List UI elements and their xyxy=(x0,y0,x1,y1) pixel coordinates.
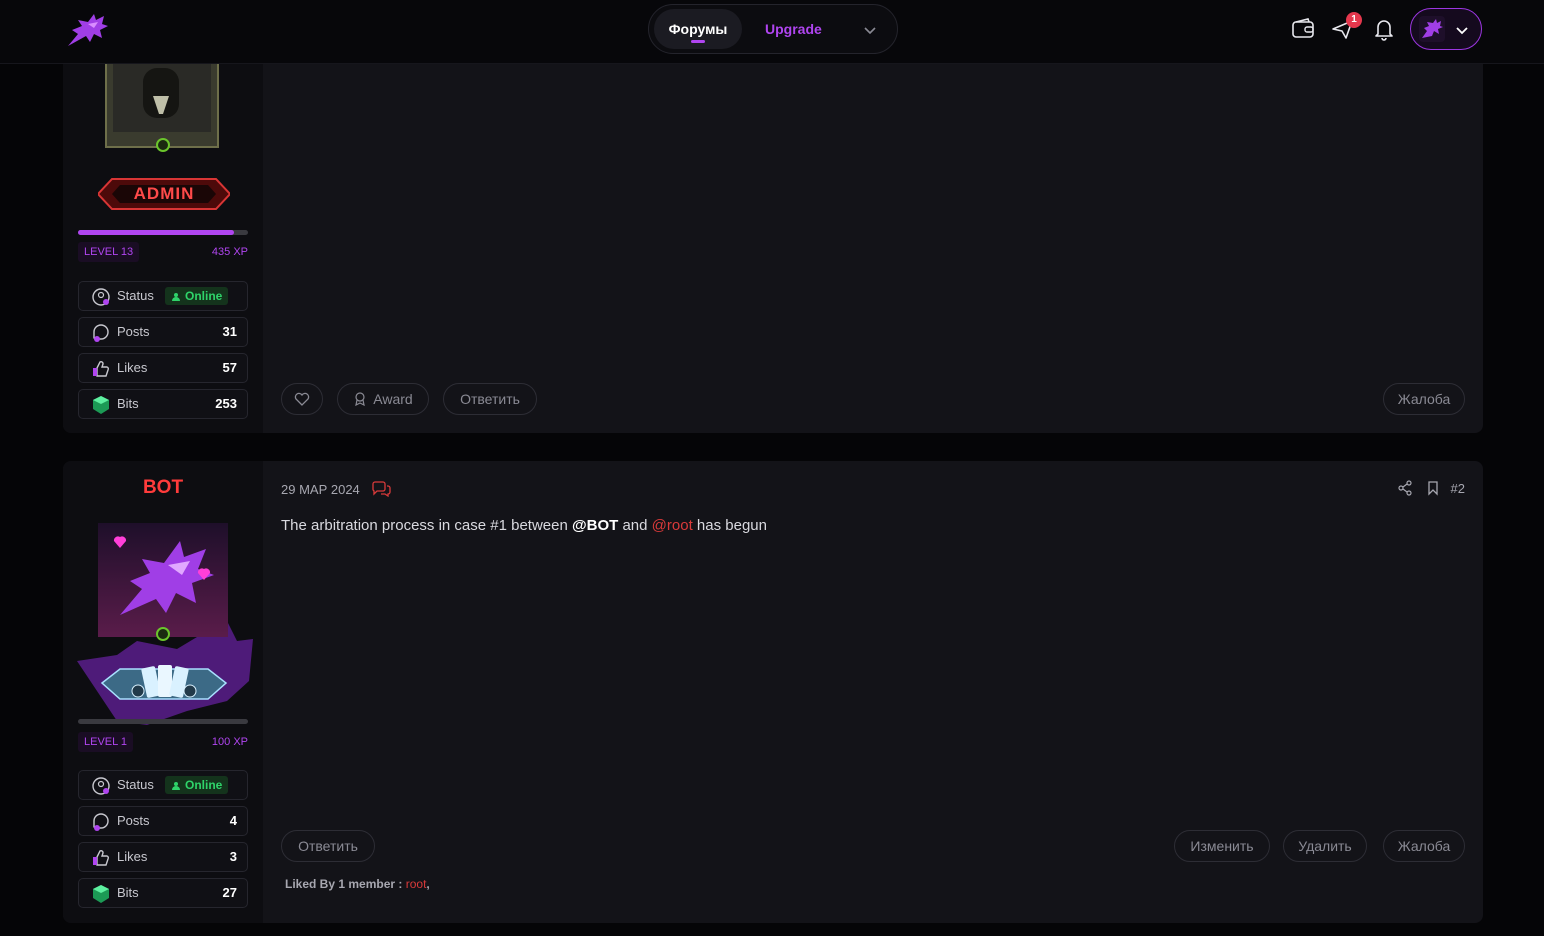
wallet-icon[interactable] xyxy=(1290,16,1316,42)
post-text: has begun xyxy=(692,517,767,534)
username[interactable]: BOT xyxy=(63,477,263,499)
active-tab-indicator xyxy=(691,40,705,43)
forum-post: ADMIN LEVEL 13 435 XP Status Online Post… xyxy=(63,0,1483,433)
award-icon xyxy=(355,392,366,407)
top-navbar: Форумы Upgrade 1 xyxy=(0,0,1544,64)
comments-icon xyxy=(372,481,392,498)
stat-value: 27 xyxy=(222,885,237,900)
nav-tab-forums[interactable]: Форумы xyxy=(654,9,742,49)
level-tag: LEVEL 13 xyxy=(78,242,140,262)
user-icon xyxy=(172,293,180,301)
thumbs-up-icon xyxy=(91,359,111,379)
stat-value: 3 xyxy=(229,849,237,864)
xp-value: 100 XP xyxy=(211,736,248,748)
post-text: and xyxy=(618,517,652,534)
user-menu-button[interactable] xyxy=(1410,8,1482,50)
stat-label: Bits xyxy=(117,396,139,411)
forum-post: BOT LEVEL 1 100 XP Status Online Posts 4… xyxy=(63,461,1483,923)
xp-value: 435 XP xyxy=(211,246,248,258)
stat-posts: Posts 4 xyxy=(78,806,248,836)
stat-label: Posts xyxy=(117,324,150,339)
edit-button[interactable]: Изменить xyxy=(1174,830,1270,862)
nav-tab-upgrade[interactable]: Upgrade xyxy=(765,9,822,49)
status-value: Online xyxy=(185,289,223,303)
post-date-label: 29 МАР 2024 xyxy=(281,482,360,497)
status-badge: Online xyxy=(165,776,229,794)
posts-icon xyxy=(91,812,111,832)
rank-badge: ADMIN xyxy=(96,175,232,213)
gem-icon xyxy=(91,884,111,904)
avatar xyxy=(1419,16,1445,42)
status-badge: Online xyxy=(165,287,229,305)
stat-likes: Likes 3 xyxy=(78,842,248,872)
stat-value: 253 xyxy=(215,396,237,411)
user-icon xyxy=(172,782,180,790)
delete-button[interactable]: Удалить xyxy=(1283,830,1367,862)
status-icon xyxy=(91,776,111,796)
site-logo-icon[interactable] xyxy=(64,10,112,50)
stat-posts: Posts 31 xyxy=(78,317,248,347)
liked-by-label: Liked By 1 member : xyxy=(285,877,403,891)
liked-by-user-link[interactable]: root xyxy=(406,877,427,891)
post-text: The arbitration process in case #1 betwe… xyxy=(281,517,572,534)
mention-link[interactable]: @root xyxy=(652,517,693,534)
rank-badge xyxy=(98,661,230,705)
stat-value: 4 xyxy=(229,813,237,828)
post-body: The arbitration process in case #1 betwe… xyxy=(281,517,767,534)
thumbs-up-icon xyxy=(91,848,111,868)
award-button[interactable]: Award xyxy=(337,383,429,415)
status-value: Online xyxy=(185,778,223,792)
level-progress-bar xyxy=(78,719,248,724)
post-content: 29 МАР 2024 #2 The arbitration process i… xyxy=(263,461,1483,923)
post-author-sidebar: ADMIN LEVEL 13 435 XP Status Online Post… xyxy=(63,0,263,433)
liked-by-separator: , xyxy=(426,877,430,891)
post-number-link[interactable]: #2 xyxy=(1451,481,1465,496)
gem-icon xyxy=(91,395,111,415)
post-content: Award Ответить Жалоба xyxy=(263,0,1483,433)
post-date[interactable]: 29 МАР 2024 xyxy=(281,481,392,498)
mention-link[interactable]: @BOT xyxy=(572,517,618,534)
stat-label: Likes xyxy=(117,360,148,375)
stat-value: 31 xyxy=(222,324,237,339)
share-icon[interactable] xyxy=(1397,480,1413,496)
report-button[interactable]: Жалоба xyxy=(1383,383,1465,415)
stat-label: Status xyxy=(117,777,154,792)
stat-value: 57 xyxy=(222,360,237,375)
award-label: Award xyxy=(373,391,413,407)
online-indicator-icon xyxy=(156,138,170,152)
nav-tab-forums-label: Форумы xyxy=(668,21,728,37)
post-author-sidebar: BOT LEVEL 1 100 XP Status Online Posts 4… xyxy=(63,461,263,923)
like-button[interactable] xyxy=(281,383,323,415)
level-tag: LEVEL 1 xyxy=(78,732,134,752)
bookmark-icon[interactable] xyxy=(1425,480,1441,496)
chevron-down-icon xyxy=(1453,21,1471,39)
posts-icon xyxy=(91,323,111,343)
online-indicator-icon xyxy=(156,627,170,641)
stat-status: Status Online xyxy=(78,281,248,311)
liked-by: Liked By 1 member : root, xyxy=(285,877,430,891)
reply-button[interactable]: Ответить xyxy=(443,383,537,415)
rank-badge-label: ADMIN xyxy=(133,184,195,203)
author-avatar xyxy=(98,523,228,637)
bell-icon[interactable] xyxy=(1371,16,1397,42)
heart-icon xyxy=(294,392,310,406)
stat-status: Status Online xyxy=(78,770,248,800)
stat-bits: Bits 253 xyxy=(78,389,248,419)
stat-bits: Bits 27 xyxy=(78,878,248,908)
reply-button[interactable]: Ответить xyxy=(281,830,375,862)
stat-label: Posts xyxy=(117,813,150,828)
stat-label: Bits xyxy=(117,885,139,900)
chevron-down-icon[interactable] xyxy=(861,21,879,39)
report-button[interactable]: Жалоба xyxy=(1383,830,1465,862)
stat-label: Likes xyxy=(117,849,148,864)
status-icon xyxy=(91,287,111,307)
nav-switcher: Форумы Upgrade xyxy=(648,4,898,54)
stat-likes: Likes 57 xyxy=(78,353,248,383)
level-progress-bar xyxy=(78,230,248,235)
stat-label: Status xyxy=(117,288,154,303)
level-progress-fill xyxy=(78,230,235,235)
notification-count-badge: 1 xyxy=(1346,12,1362,28)
